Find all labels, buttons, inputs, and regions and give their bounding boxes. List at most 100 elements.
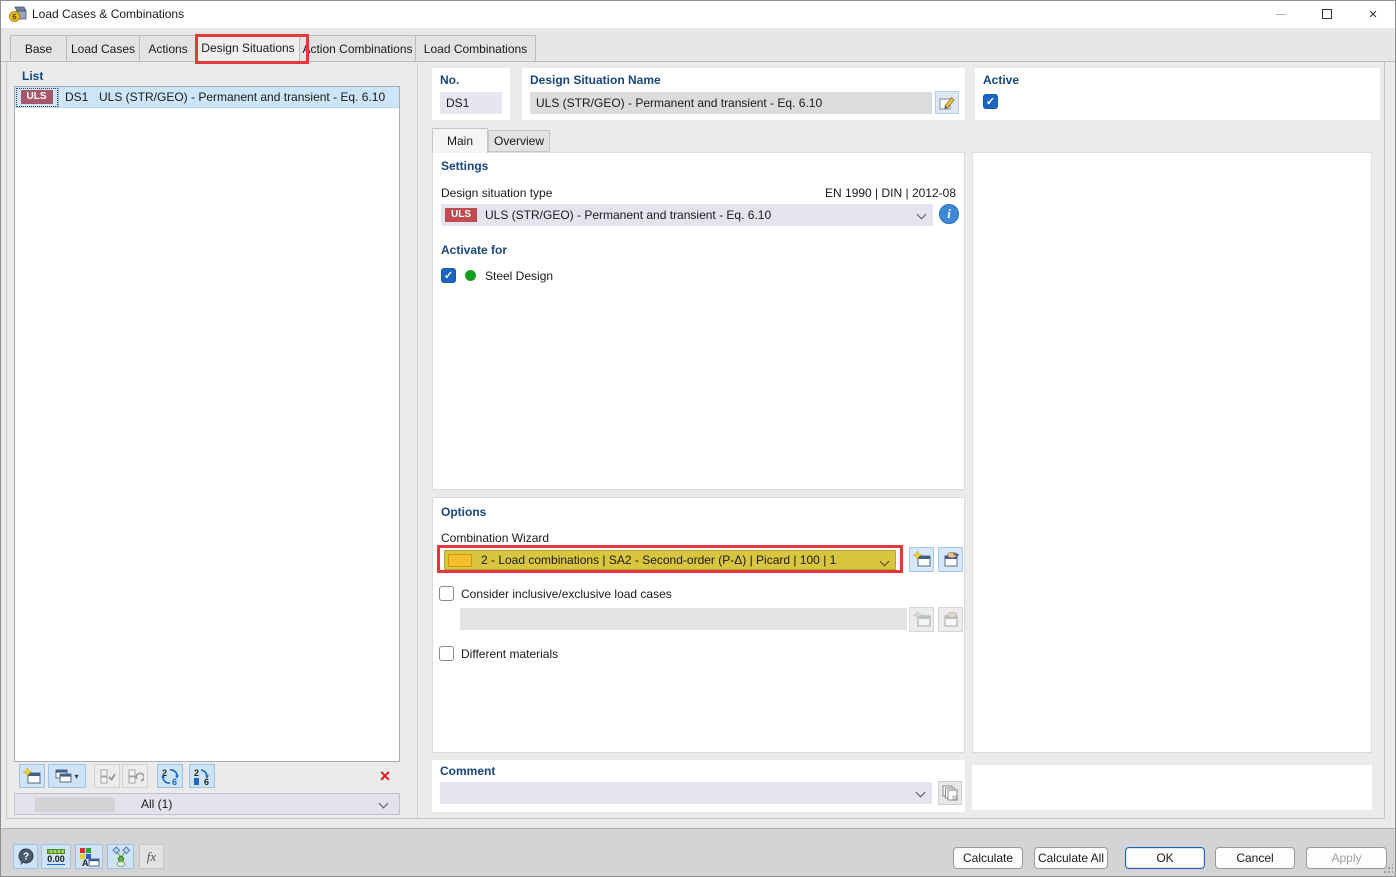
detail-preview-panel	[972, 152, 1372, 753]
subtab-main[interactable]: Main	[432, 128, 488, 153]
ok-button[interactable]: OK	[1125, 847, 1205, 869]
minimize-button[interactable]	[1258, 0, 1304, 28]
tab-actions[interactable]: Actions	[139, 35, 197, 61]
annotation-box-combination-wizard: 2 - Load combinations | SA2 - Second-ord…	[437, 545, 903, 573]
check-icon: ✓	[985, 96, 996, 108]
comment-panel: Comment	[432, 760, 965, 812]
design-situation-type-dropdown[interactable]: ULS ULS (STR/GEO) - Permanent and transi…	[441, 204, 933, 226]
info-icon: i	[939, 204, 959, 224]
tab-load-cases[interactable]: Load Cases	[66, 35, 140, 61]
no-label: No.	[440, 73, 460, 87]
edit-icon-disabled	[944, 611, 957, 627]
renumber-button[interactable]: 2 6	[157, 764, 183, 788]
design-situation-name-label: Design Situation Name	[530, 73, 661, 87]
wizard-color-swatch	[448, 553, 472, 567]
active-section: Active ✓	[975, 68, 1380, 120]
options-header: Options	[441, 505, 487, 519]
apply-button-disabled: Apply	[1306, 847, 1387, 869]
tab-load-combinations[interactable]: Load Combinations	[415, 35, 536, 61]
edit-wizard-icon	[944, 551, 959, 567]
units-icon: 0.00	[47, 848, 65, 865]
wizard-new-button[interactable]	[909, 547, 934, 572]
tab-action-combinations[interactable]: Action Combinations	[299, 35, 416, 61]
active-checkbox[interactable]: ✓	[983, 94, 998, 109]
select-all-icon	[100, 769, 116, 784]
tab-design-situations[interactable]: Design Situations	[196, 34, 300, 61]
copy-item-button[interactable]: ▾	[48, 764, 86, 788]
display-settings-button[interactable]: A	[75, 844, 103, 869]
renumber-options-button[interactable]: 2 6	[189, 764, 215, 788]
window-title: Load Cases & Combinations	[32, 7, 185, 21]
filter-color-swatch	[35, 796, 115, 812]
list-item[interactable]: ULS DS1 ULS (STR/GEO) - Permanent and tr…	[15, 86, 399, 108]
calculate-button[interactable]: Calculate	[953, 847, 1023, 869]
units-settings-button[interactable]: 0.00	[41, 844, 71, 869]
name-section: Design Situation Name ULS (STR/GEO) - Pe…	[522, 68, 965, 120]
tree-scheme-icon	[111, 846, 130, 867]
cancel-button[interactable]: Cancel	[1215, 847, 1295, 869]
filter-label: All (1)	[141, 797, 173, 811]
design-situation-name-field[interactable]: ULS (STR/GEO) - Permanent and transient …	[530, 92, 932, 114]
svg-text:?: ?	[22, 851, 28, 862]
steel-design-label: Steel Design	[485, 268, 554, 283]
steel-design-checkbox[interactable]: ✓	[441, 268, 456, 283]
tab-base[interactable]: Base	[10, 35, 67, 61]
svg-text:6: 6	[204, 777, 209, 786]
rename-button[interactable]	[935, 91, 959, 114]
no-field[interactable]: DS1	[440, 92, 502, 114]
list-item-no: DS1	[65, 90, 89, 104]
resize-grip[interactable]	[1383, 864, 1393, 874]
help-icon: ?	[18, 848, 33, 865]
svg-text:A: A	[82, 858, 89, 867]
svg-text:6: 6	[12, 13, 17, 22]
uls-type-badge: ULS	[445, 208, 477, 222]
type-info-button[interactable]: i	[939, 204, 959, 224]
different-materials-label: Different materials	[461, 646, 559, 661]
close-button[interactable]: ×	[1350, 0, 1396, 28]
toggle-selection-icon	[128, 769, 144, 784]
combination-wizard-value: 2 - Load combinations | SA2 - Second-ord…	[481, 553, 837, 567]
maximize-button[interactable]	[1304, 0, 1350, 28]
inclusive-exclusive-checkbox[interactable]	[439, 586, 454, 601]
comment-combobox[interactable]	[440, 782, 932, 804]
comment-copy-button[interactable]	[938, 781, 962, 805]
chevron-down-icon	[378, 798, 389, 809]
close-icon: ×	[1368, 5, 1378, 23]
inclusive-edit-button-disabled	[938, 607, 963, 632]
toggle-selection-button[interactable]	[122, 764, 148, 788]
calculate-all-button[interactable]: Calculate All	[1034, 847, 1108, 869]
different-materials-checkbox[interactable]	[439, 646, 454, 661]
new-item-icon	[23, 767, 41, 783]
title-bar: 6 Load Cases & Combinations ×	[0, 0, 1396, 28]
list-item-name: ULS (STR/GEO) - Permanent and transient …	[99, 90, 386, 104]
settings-header: Settings	[441, 159, 489, 173]
renumber-icon: 2 6	[161, 768, 179, 786]
list-filter-dropdown[interactable]: All (1)	[14, 793, 400, 815]
design-situation-type-value: ULS (STR/GEO) - Permanent and transient …	[485, 208, 772, 222]
edit-pencil-icon	[939, 96, 955, 109]
subtab-overview[interactable]: Overview	[488, 130, 550, 152]
check-icon: ✓	[443, 270, 454, 282]
active-label: Active	[983, 73, 1020, 87]
design-situation-type-label: Design situation type	[441, 186, 553, 200]
renumber-options-icon: 2 6	[194, 768, 209, 786]
formula-button[interactable]: fx	[139, 844, 164, 869]
settings-panel: Settings Design situation type EN 1990 |…	[432, 152, 965, 490]
copy-dropdown-caret: ▾	[74, 771, 79, 781]
fx-icon: fx	[146, 848, 157, 864]
combination-wizard-dropdown[interactable]: 2 - Load combinations | SA2 - Second-ord…	[444, 550, 896, 570]
combination-scheme-button[interactable]	[107, 844, 134, 869]
new-item-button[interactable]	[19, 764, 45, 788]
svg-text:2: 2	[194, 768, 199, 778]
comment-header: Comment	[440, 764, 496, 778]
delete-item-button[interactable]: ×	[372, 764, 398, 788]
select-all-button[interactable]	[94, 764, 120, 788]
main-tab-strip: Base Load Cases Actions Design Situation…	[0, 28, 1396, 62]
detail-lower-panel	[972, 765, 1372, 810]
svg-text:6: 6	[172, 777, 177, 786]
inclusive-exclusive-label: Consider inclusive/exclusive load cases	[461, 586, 672, 601]
wizard-edit-button[interactable]	[938, 547, 963, 572]
help-button[interactable]: ?	[13, 844, 38, 869]
list-toolbar: ▾ 2 6 2 6 ×	[14, 764, 400, 789]
steel-design-status-dot	[465, 270, 476, 281]
